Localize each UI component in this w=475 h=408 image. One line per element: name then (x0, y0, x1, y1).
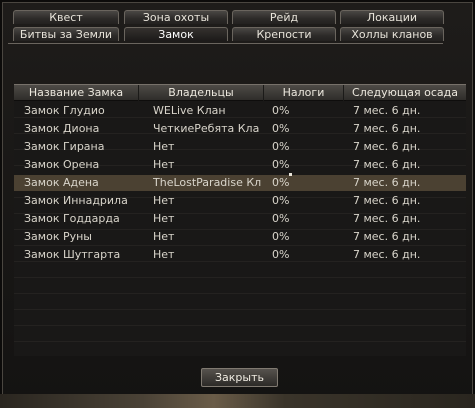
castle-tax: 0% (272, 194, 290, 207)
close-button[interactable]: Закрыть (201, 368, 278, 387)
tab-fortresses[interactable]: Крепости (232, 27, 336, 41)
castle-tax: 0% (272, 140, 290, 153)
castle-name: Замок Иннадрила (24, 194, 128, 207)
castle-tax: 0% (272, 122, 290, 135)
castle-owner: ЧеткиеРебята Кла (153, 122, 260, 135)
table-row-selected[interactable]: Замок Адена TheLostParadise Кл 0% 7 мес.… (14, 175, 466, 191)
castle-tax: 0% (272, 248, 290, 261)
game-background-strip (0, 394, 475, 408)
castle-tax: 0% (272, 104, 290, 117)
castle-tax: 0% (272, 176, 290, 189)
castle-name: Замок Глудио (24, 104, 105, 117)
castle-next-siege: 7 мес. 6 дн. (353, 212, 421, 225)
castle-owner: Нет (153, 212, 175, 225)
castle-next-siege: 7 мес. 6 дн. (353, 140, 421, 153)
tab-quest[interactable]: Квест (13, 10, 119, 24)
castle-owner: Нет (153, 194, 175, 207)
table-row[interactable]: Замок Диона ЧеткиеРебята Кла 0% 7 мес. 6… (14, 121, 466, 137)
tab-territory-wars[interactable]: Битвы за Земли (13, 27, 119, 41)
table-header: Название Замка Владельцы Налоги Следующа… (14, 84, 466, 101)
table-row[interactable]: Замок Годдарда Нет 0% 7 мес. 6 дн. (14, 211, 466, 227)
table-row[interactable]: Замок Шутгарта Нет 0% 7 мес. 6 дн. (14, 247, 466, 263)
tab-hunting-zone[interactable]: Зона охоты (124, 10, 228, 24)
castle-name: Замок Годдарда (24, 212, 120, 225)
castle-next-siege: 7 мес. 6 дн. (353, 230, 421, 243)
castle-owner: Нет (153, 248, 175, 261)
castle-next-siege: 7 мес. 6 дн. (353, 248, 421, 261)
column-header-taxes[interactable]: Налоги (264, 85, 344, 101)
cursor-dot (289, 173, 292, 176)
column-header-owners[interactable]: Владельцы (139, 85, 264, 101)
castle-tax: 0% (272, 212, 290, 225)
castle-next-siege: 7 мес. 6 дн. (353, 104, 421, 117)
column-header-next-siege[interactable]: Следующая осада (344, 85, 466, 101)
castle-owner: Нет (153, 230, 175, 243)
table-row[interactable]: Замок Гирана Нет 0% 7 мес. 6 дн. (14, 139, 466, 155)
table-row[interactable]: Замок Глудио WELive Клан 0% 7 мес. 6 дн. (14, 103, 466, 119)
castle-owner: TheLostParadise Кл (153, 176, 262, 189)
castle-tax: 0% (272, 230, 290, 243)
tab-locations[interactable]: Локации (340, 10, 444, 24)
castle-owner: Нет (153, 140, 175, 153)
castle-name: Замок Орена (24, 158, 100, 171)
castle-name: Замок Шутгарта (24, 248, 121, 261)
castle-name: Замок Адена (24, 176, 99, 189)
tab-divider (8, 43, 443, 44)
table-row[interactable]: Замок Иннадрила Нет 0% 7 мес. 6 дн. (14, 193, 466, 209)
castle-next-siege: 7 мес. 6 дн. (353, 194, 421, 207)
castle-owner: Нет (153, 158, 175, 171)
castle-next-siege: 7 мес. 6 дн. (353, 158, 421, 171)
table-row[interactable]: Замок Руны Нет 0% 7 мес. 6 дн. (14, 229, 466, 245)
castle-name: Замок Гирана (24, 140, 105, 153)
tab-clan-halls[interactable]: Холлы кланов (340, 27, 444, 41)
castle-owner: WELive Клан (153, 104, 226, 117)
column-header-castle-name[interactable]: Название Замка (14, 85, 139, 101)
castle-name: Замок Руны (24, 230, 92, 243)
tab-raid[interactable]: Рейд (232, 10, 336, 24)
tab-castle[interactable]: Замок (124, 27, 228, 41)
castle-name: Замок Диона (24, 122, 100, 135)
table-row[interactable]: Замок Орена Нет 0% 7 мес. 6 дн. (14, 157, 466, 173)
castle-next-siege: 7 мес. 6 дн. (353, 122, 421, 135)
castle-tax: 0% (272, 158, 290, 171)
castle-next-siege: 7 мес. 6 дн. (353, 176, 421, 189)
